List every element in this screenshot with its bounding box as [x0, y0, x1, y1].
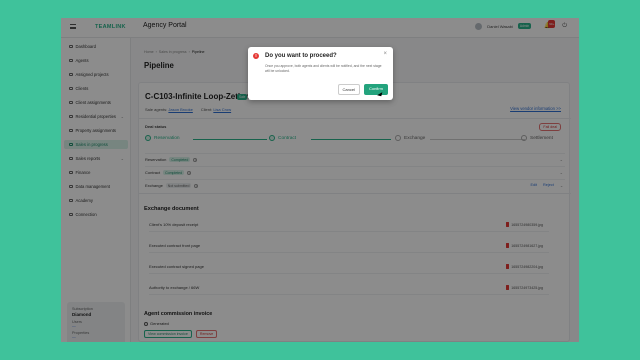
cancel-button[interactable]: Cancel — [337, 84, 360, 95]
dialog-message: Once you approve, both agents and client… — [265, 64, 382, 73]
close-icon[interactable]: × — [383, 51, 387, 57]
dialog-title: Do you want to proceed? — [265, 53, 337, 59]
confirm-button[interactable]: Confirm — [363, 84, 388, 95]
warning-icon: ! — [253, 53, 259, 59]
app-window: TEAMLINK Agency Portal Daniel Wasabi Adm… — [61, 18, 579, 342]
confirm-dialog: ! Do you want to proceed? × Once you app… — [248, 47, 393, 100]
